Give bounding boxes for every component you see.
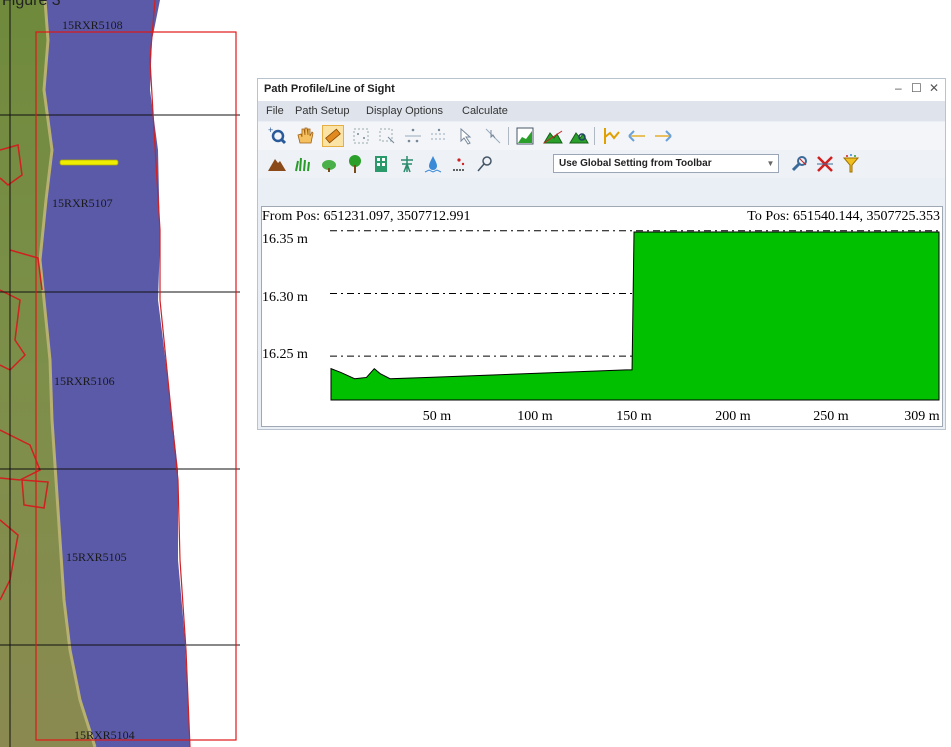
bush-icon[interactable] [318, 153, 340, 175]
dots-icon[interactable] [448, 153, 470, 175]
menu-display-options[interactable]: Display Options [366, 105, 443, 117]
svg-text:+: + [268, 125, 273, 135]
tile-label: 15RXR5108 [62, 18, 123, 32]
toolbar-features: Use Global Setting from Toolbar ▼ [258, 150, 945, 178]
points-icon[interactable] [402, 125, 424, 147]
setting-dropdown[interactable]: Use Global Setting from Toolbar ▼ [553, 154, 779, 173]
maximize-button[interactable]: ☐ [911, 81, 922, 95]
terrain-edit-icon[interactable] [568, 125, 590, 147]
tree-icon[interactable] [344, 153, 366, 175]
tile-label: 15RXR5105 [66, 550, 127, 564]
profile-yellow-icon[interactable] [600, 125, 622, 147]
close-button[interactable]: ✕ [929, 81, 939, 95]
menu-bar: File Path Setup Display Options Calculat… [258, 101, 945, 121]
profile-left-icon[interactable] [626, 125, 648, 147]
x-tick-label: 309 m [904, 409, 940, 424]
path-profile-window: Path Profile/Line of Sight – ☐ ✕ File Pa… [257, 78, 946, 430]
menu-file[interactable]: File [266, 105, 284, 117]
grass-icon[interactable] [292, 153, 314, 175]
x-tick-label: 200 m [715, 409, 751, 424]
minimize-button[interactable]: – [895, 81, 902, 95]
tile-label: 15RXR5106 [54, 374, 115, 388]
terrain-icon[interactable] [542, 125, 564, 147]
toolbar-main: + [258, 122, 945, 150]
pin-icon[interactable] [474, 153, 496, 175]
pan-hand-icon[interactable] [294, 125, 316, 147]
y-tick-label: 16.35 m [262, 232, 308, 247]
y-tick-label: 16.25 m [262, 347, 308, 362]
toolbar-separator [508, 127, 509, 145]
profile-right-icon[interactable] [652, 125, 674, 147]
chevron-down-icon[interactable]: ▼ [763, 155, 778, 172]
tile-label: 15RXR5104 [74, 728, 135, 742]
zoom-icon[interactable]: + [266, 125, 288, 147]
x-tick-label: 250 m [813, 409, 849, 424]
tower-icon[interactable] [396, 153, 418, 175]
filter-icon[interactable] [840, 153, 862, 175]
map-canvas[interactable] [0, 0, 240, 747]
x-tick-label: 100 m [517, 409, 553, 424]
red-x-icon[interactable] [814, 153, 836, 175]
building-icon[interactable] [370, 153, 392, 175]
profile-path-line [59, 159, 119, 166]
profile-area [330, 231, 940, 401]
figure-label: Figure 3 [2, 0, 61, 9]
wrench-icon[interactable] [788, 153, 810, 175]
water-drop-icon[interactable] [422, 153, 444, 175]
toolbar-separator [594, 127, 595, 145]
map-panel[interactable]: Figure 3 15RXR5108 15RXR5107 15RXR5106 1… [0, 0, 240, 747]
profile-plot[interactable]: From Pos: 651231.097, 3507712.991 To Pos… [261, 206, 943, 427]
select-grid-icon[interactable] [350, 125, 372, 147]
x-tick-label: 150 m [616, 409, 652, 424]
draw-path-icon[interactable] [322, 125, 344, 147]
title-bar[interactable]: Path Profile/Line of Sight – ☐ ✕ [258, 79, 945, 101]
profile-chart [330, 230, 941, 401]
setting-dropdown-value: Use Global Setting from Toolbar [559, 158, 712, 169]
menu-path-setup[interactable]: Path Setup [295, 105, 349, 117]
x-tick-label: 50 m [422, 409, 452, 424]
arrow-cursor-icon[interactable] [456, 125, 478, 147]
mountain-icon[interactable] [266, 153, 288, 175]
chart-green-icon[interactable] [514, 125, 536, 147]
dashed-lines-icon[interactable] [428, 125, 450, 147]
window-title: Path Profile/Line of Sight [264, 83, 395, 95]
select-area-icon[interactable] [376, 125, 398, 147]
y-tick-label: 16.30 m [262, 290, 308, 305]
tile-label: 15RXR5107 [52, 196, 113, 210]
menu-calculate[interactable]: Calculate [462, 105, 508, 117]
pointer-line-icon[interactable] [482, 125, 504, 147]
